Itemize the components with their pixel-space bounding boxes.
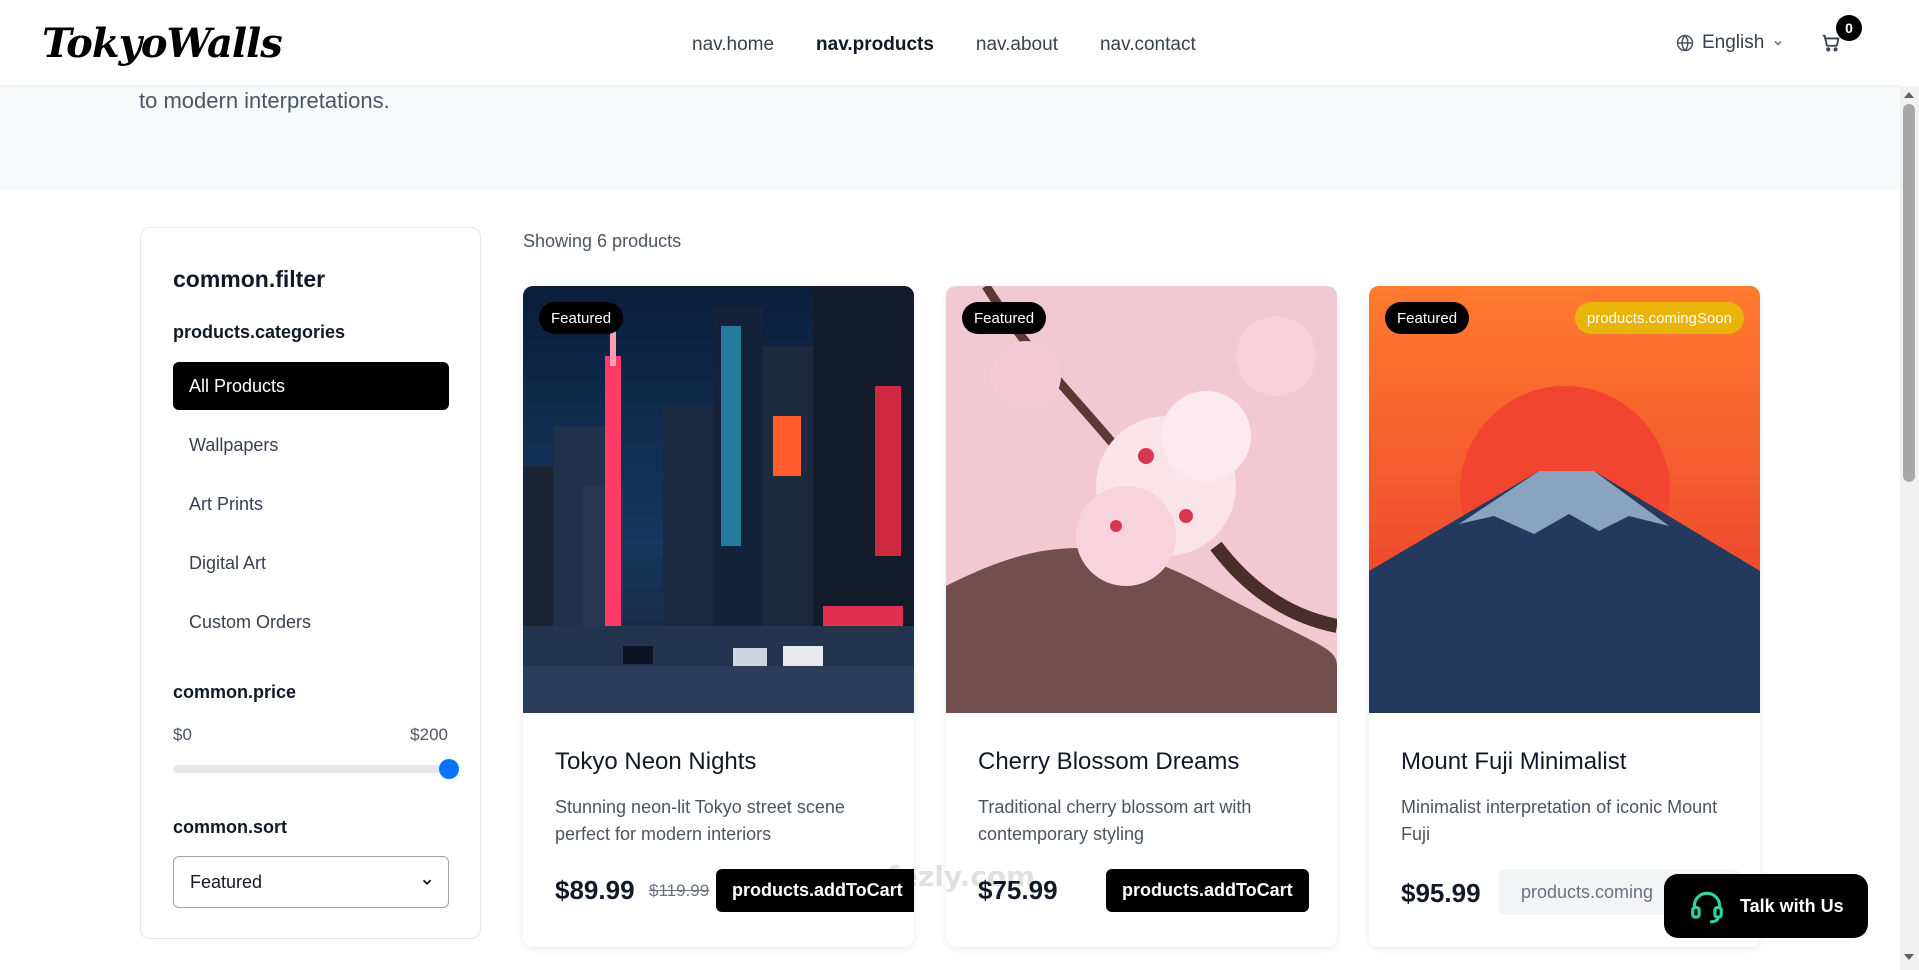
chat-button[interactable]: Talk with Us bbox=[1664, 874, 1868, 938]
language-label: English bbox=[1702, 32, 1765, 53]
product-image[interactable] bbox=[523, 286, 914, 713]
chat-label: Talk with Us bbox=[1740, 895, 1844, 916]
price-max-label: $200 bbox=[410, 725, 448, 744]
featured-badge: Featured bbox=[539, 302, 624, 334]
price-slider[interactable] bbox=[173, 759, 459, 779]
sort-select[interactable]: Featured bbox=[173, 856, 449, 908]
sort-title: common.sort bbox=[173, 817, 288, 837]
add-to-cart-button[interactable]: products.addToCart bbox=[1106, 869, 1309, 912]
chevron-down-icon bbox=[1774, 41, 1782, 46]
product-old-price: $119.99 bbox=[649, 881, 710, 900]
product-price: $95.99 bbox=[1401, 878, 1481, 908]
product-image[interactable] bbox=[946, 286, 1337, 713]
chevron-down-icon bbox=[422, 879, 432, 885]
product-description: Traditional cherry blossom art with cont… bbox=[978, 797, 1252, 844]
product-description: Stunning neon-lit Tokyo street scene per… bbox=[555, 797, 845, 844]
nav-products[interactable]: nav.products bbox=[816, 34, 934, 56]
watermark: nafezly.com bbox=[848, 860, 1036, 893]
hero-text: to modern interpretations. bbox=[139, 88, 390, 113]
price-min-label: $0 bbox=[173, 725, 192, 744]
globe-icon bbox=[1676, 34, 1694, 52]
nav-home[interactable]: nav.home bbox=[692, 34, 774, 56]
language-selector[interactable]: English bbox=[1676, 32, 1784, 54]
category-all-products[interactable]: All Products bbox=[173, 362, 449, 410]
filter-sidebar: common.filter products.categories All Pr… bbox=[140, 227, 481, 939]
logo[interactable]: TokyoWalls bbox=[42, 20, 283, 67]
site-header: TokyoWalls nav.home nav.products nav.abo… bbox=[0, 0, 1900, 86]
scrollbar-thumb[interactable] bbox=[1903, 104, 1915, 482]
nav-contact[interactable]: nav.contact bbox=[1100, 34, 1196, 56]
price-slider-thumb[interactable] bbox=[439, 759, 459, 779]
product-title[interactable]: Tokyo Neon Nights bbox=[555, 748, 756, 776]
category-digital-art[interactable]: Digital Art bbox=[173, 539, 449, 587]
featured-badge: Featured bbox=[962, 302, 1047, 334]
product-price: $89.99 bbox=[555, 875, 635, 905]
main-nav: nav.home nav.products nav.about nav.cont… bbox=[692, 34, 1238, 56]
sort-value: Featured bbox=[190, 871, 263, 892]
product-description: Minimalist interpretation of iconic Moun… bbox=[1401, 797, 1718, 844]
category-list: All Products Wallpapers Art Prints Digit… bbox=[173, 362, 449, 657]
product-card[interactable]: Featured Tokyo Neon Nights Stunning neon… bbox=[523, 286, 914, 947]
category-custom-orders[interactable]: Custom Orders bbox=[173, 598, 449, 646]
category-wallpapers[interactable]: Wallpapers bbox=[173, 421, 449, 469]
cart-count-badge: 0 bbox=[1836, 15, 1862, 41]
hero-section: to modern interpretations. bbox=[0, 86, 1900, 190]
scroll-down-arrow-icon[interactable] bbox=[1904, 954, 1914, 960]
product-image[interactable] bbox=[1369, 286, 1760, 713]
category-art-prints[interactable]: Art Prints bbox=[173, 480, 449, 528]
price-title: common.price bbox=[173, 682, 297, 702]
categories-title: products.categories bbox=[173, 322, 346, 342]
product-card[interactable]: Featured products.comingSoon Mount Fuji … bbox=[1369, 286, 1760, 947]
filter-title: common.filter bbox=[173, 266, 326, 292]
scroll-up-arrow-icon[interactable] bbox=[1904, 92, 1914, 98]
headset-icon bbox=[1691, 891, 1723, 924]
featured-badge: Featured bbox=[1385, 302, 1470, 334]
product-card[interactable]: Featured Cherry Blossom Dreams Tradition… bbox=[946, 286, 1337, 947]
product-title[interactable]: Mount Fuji Minimalist bbox=[1401, 748, 1626, 776]
nav-about[interactable]: nav.about bbox=[976, 34, 1058, 56]
product-title[interactable]: Cherry Blossom Dreams bbox=[978, 748, 1239, 776]
coming-soon-badge: products.comingSoon bbox=[1574, 302, 1744, 334]
showing-count: Showing 6 products bbox=[523, 231, 682, 251]
